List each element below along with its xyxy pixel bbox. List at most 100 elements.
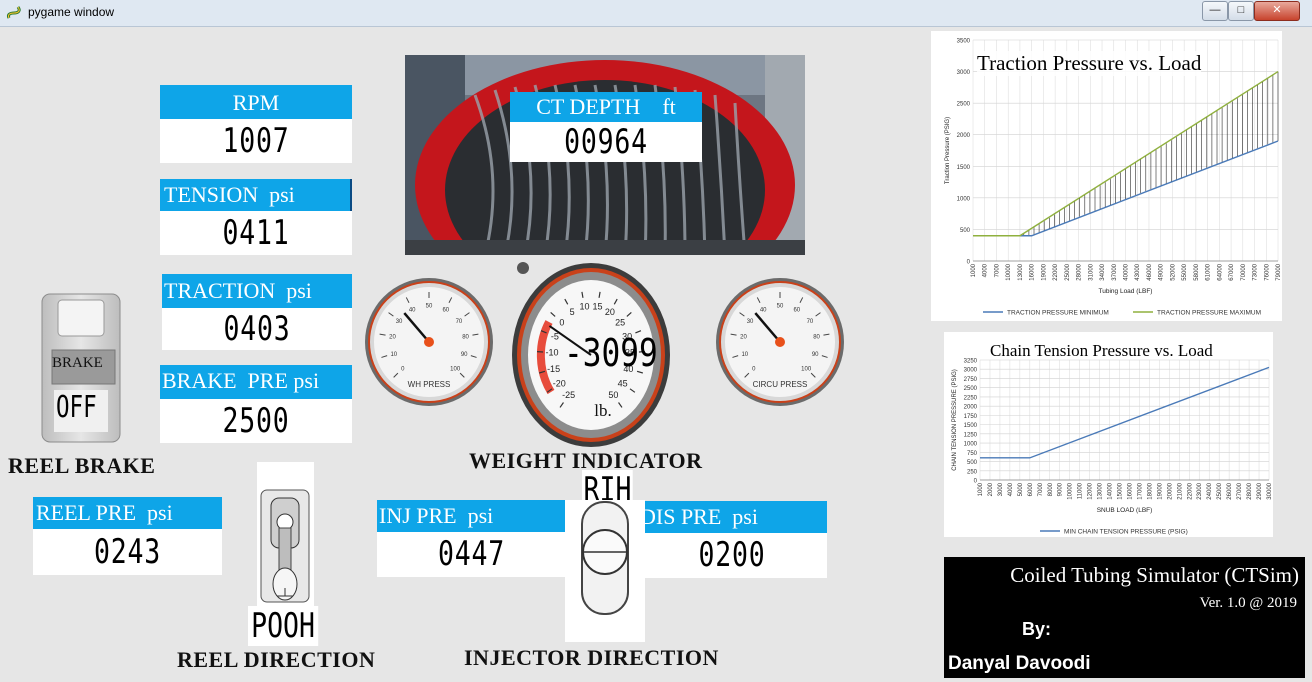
- traction-value: 0403: [223, 309, 291, 349]
- gauge-tick-label: 60: [793, 308, 800, 314]
- x-tick-label: 25000: [1065, 263, 1071, 280]
- x-tick-label: 22000: [1053, 263, 1059, 280]
- reel-pressure-value: 0243: [93, 532, 161, 572]
- x-tick-label: 6000: [1028, 482, 1034, 496]
- weight-tick-label: 0: [559, 317, 564, 327]
- gauge-tick-label: 40: [760, 308, 767, 314]
- x-tick-label: 15000: [1118, 482, 1124, 499]
- y-tick-label: 1500: [964, 423, 978, 429]
- x-axis-label: Tubing Load (LBF): [1099, 288, 1153, 295]
- minimize-button[interactable]: —: [1202, 1, 1228, 21]
- brake-pressure-label: BRAKE PRE psi: [160, 365, 352, 399]
- weight-tick-label: 15: [593, 302, 603, 312]
- brake-pressure-panel: BRAKE PRE psi 2500: [160, 365, 352, 443]
- x-tick-label: 28000: [1077, 263, 1083, 280]
- x-tick-label: 8000: [1048, 482, 1054, 496]
- y-tick-label: 2500: [964, 386, 978, 392]
- discharge-pressure-value: 0200: [698, 535, 766, 575]
- x-tick-label: 9000: [1058, 482, 1064, 496]
- weight-readout: -3099: [564, 331, 658, 375]
- x-axis-label: SNUB LOAD (LBF): [1097, 507, 1153, 514]
- chain-tension-chart: 0 250 500 750 1000 1250 1500 1750 2000 2250 2500 27…: [944, 332, 1273, 537]
- discharge-pressure-panel: DIS PRE psi 0200: [637, 501, 827, 578]
- x-tick-label: 19000: [1041, 263, 1047, 280]
- weight-tick-label: 10: [579, 302, 589, 312]
- y-tick-label: 1000: [957, 196, 971, 202]
- weight-tick-label: -25: [562, 390, 575, 400]
- gauge-tick-label: 40: [409, 308, 416, 314]
- reel-pressure-label: REEL PRE psi: [33, 497, 222, 529]
- gauge-tick-label: 50: [777, 304, 784, 310]
- brake-button-label: BRAKE: [52, 355, 103, 371]
- x-tick-label: 2000: [988, 482, 994, 496]
- ct-depth-value: 00964: [564, 122, 648, 162]
- x-tick-label: 4000: [1008, 482, 1014, 496]
- y-tick-label: 3000: [964, 368, 978, 374]
- weight-tick-label: -20: [553, 379, 566, 389]
- x-tick-label: 16000: [1127, 482, 1133, 499]
- weight-unit: lb.: [594, 401, 611, 420]
- x-tick-label: 16000: [1030, 263, 1036, 280]
- y-tick-label: 500: [960, 228, 971, 234]
- tension-label: TENSION psi: [160, 179, 352, 211]
- x-tick-label: 1000: [971, 263, 977, 277]
- traction-chart: 0 500 1000 1500 2000 2500 3000 3500 1000 4000 7000…: [931, 31, 1282, 321]
- x-tick-label: 52000: [1170, 263, 1176, 280]
- x-tick-label: 34000: [1100, 263, 1106, 280]
- x-tick-label: 40000: [1124, 263, 1130, 280]
- x-tick-label: 12000: [1088, 482, 1094, 499]
- weight-tick-label: 5: [570, 307, 575, 317]
- window-title: pygame window: [28, 5, 115, 19]
- x-tick-label: 46000: [1147, 263, 1153, 280]
- reel-pressure-panel: REEL PRE psi 0243: [33, 497, 222, 575]
- weight-tick-label: 50: [608, 390, 618, 400]
- x-tick-label: 43000: [1135, 263, 1141, 280]
- y-tick-label: 1750: [964, 414, 978, 420]
- y-tick-label: 3250: [964, 359, 978, 365]
- injector-pressure-value: 0447: [437, 534, 505, 574]
- gauge-tick-label: 60: [442, 308, 449, 314]
- x-tick-label: 64000: [1217, 263, 1223, 280]
- circu-gauge-label: CIRCU PRESS: [753, 380, 808, 389]
- wh-gauge-label: WH PRESS: [408, 380, 451, 389]
- legend-label: TRACTION PRESSURE MAXIMUM: [1157, 310, 1261, 317]
- x-tick-label: 67000: [1229, 263, 1235, 280]
- x-tick-label: 28000: [1247, 482, 1253, 499]
- gauge-tick-label: 10: [390, 352, 397, 358]
- injector-direction-caption: INJECTOR DIRECTION: [464, 645, 719, 670]
- x-tick-label: 55000: [1182, 263, 1188, 280]
- gauge-tick-label: 90: [812, 352, 819, 358]
- weight-tick-label: 25: [615, 317, 625, 327]
- x-tick-label: 22000: [1187, 482, 1193, 499]
- y-tick-label: 1500: [957, 165, 971, 171]
- x-tick-label: 58000: [1194, 263, 1200, 280]
- x-tick-label: 17000: [1137, 482, 1143, 499]
- y-tick-label: 2750: [964, 377, 978, 383]
- x-tick-label: 70000: [1241, 263, 1247, 280]
- window-titlebar[interactable]: pygame window — □ ✕: [0, 0, 1312, 27]
- x-tick-label: 7000: [994, 263, 1000, 277]
- gauge-tick-label: 30: [396, 319, 403, 325]
- app-title: Coiled Tubing Simulator (CTSim): [1010, 563, 1299, 587]
- y-tick-label: 2250: [964, 395, 978, 401]
- reel-direction-lever[interactable]: [257, 462, 314, 607]
- x-tick-label: 31000: [1088, 263, 1094, 280]
- x-tick-label: 26000: [1227, 482, 1233, 499]
- reel-brake-caption: REEL BRAKE: [8, 453, 156, 478]
- gauge-tick-label: 100: [450, 367, 461, 373]
- x-tick-label: 1000: [978, 482, 984, 496]
- y-tick-label: 750: [967, 451, 978, 457]
- close-button[interactable]: ✕: [1254, 1, 1300, 21]
- reel-direction-state: POOH: [248, 606, 319, 646]
- maximize-button[interactable]: □: [1228, 1, 1254, 21]
- author-by-label: By:: [1022, 619, 1052, 639]
- injector-direction-lever[interactable]: [565, 500, 645, 642]
- gauge-tick-label: 10: [741, 352, 748, 358]
- x-tick-label: 3000: [998, 482, 1004, 496]
- x-tick-label: 20000: [1167, 482, 1173, 499]
- x-tick-label: 25000: [1217, 482, 1223, 499]
- brake-state: OFF: [56, 390, 97, 425]
- tension-value: 0411: [222, 213, 290, 253]
- app-version: Ver. 1.0 @ 2019: [1199, 595, 1297, 611]
- x-tick-label: 79000: [1276, 263, 1282, 280]
